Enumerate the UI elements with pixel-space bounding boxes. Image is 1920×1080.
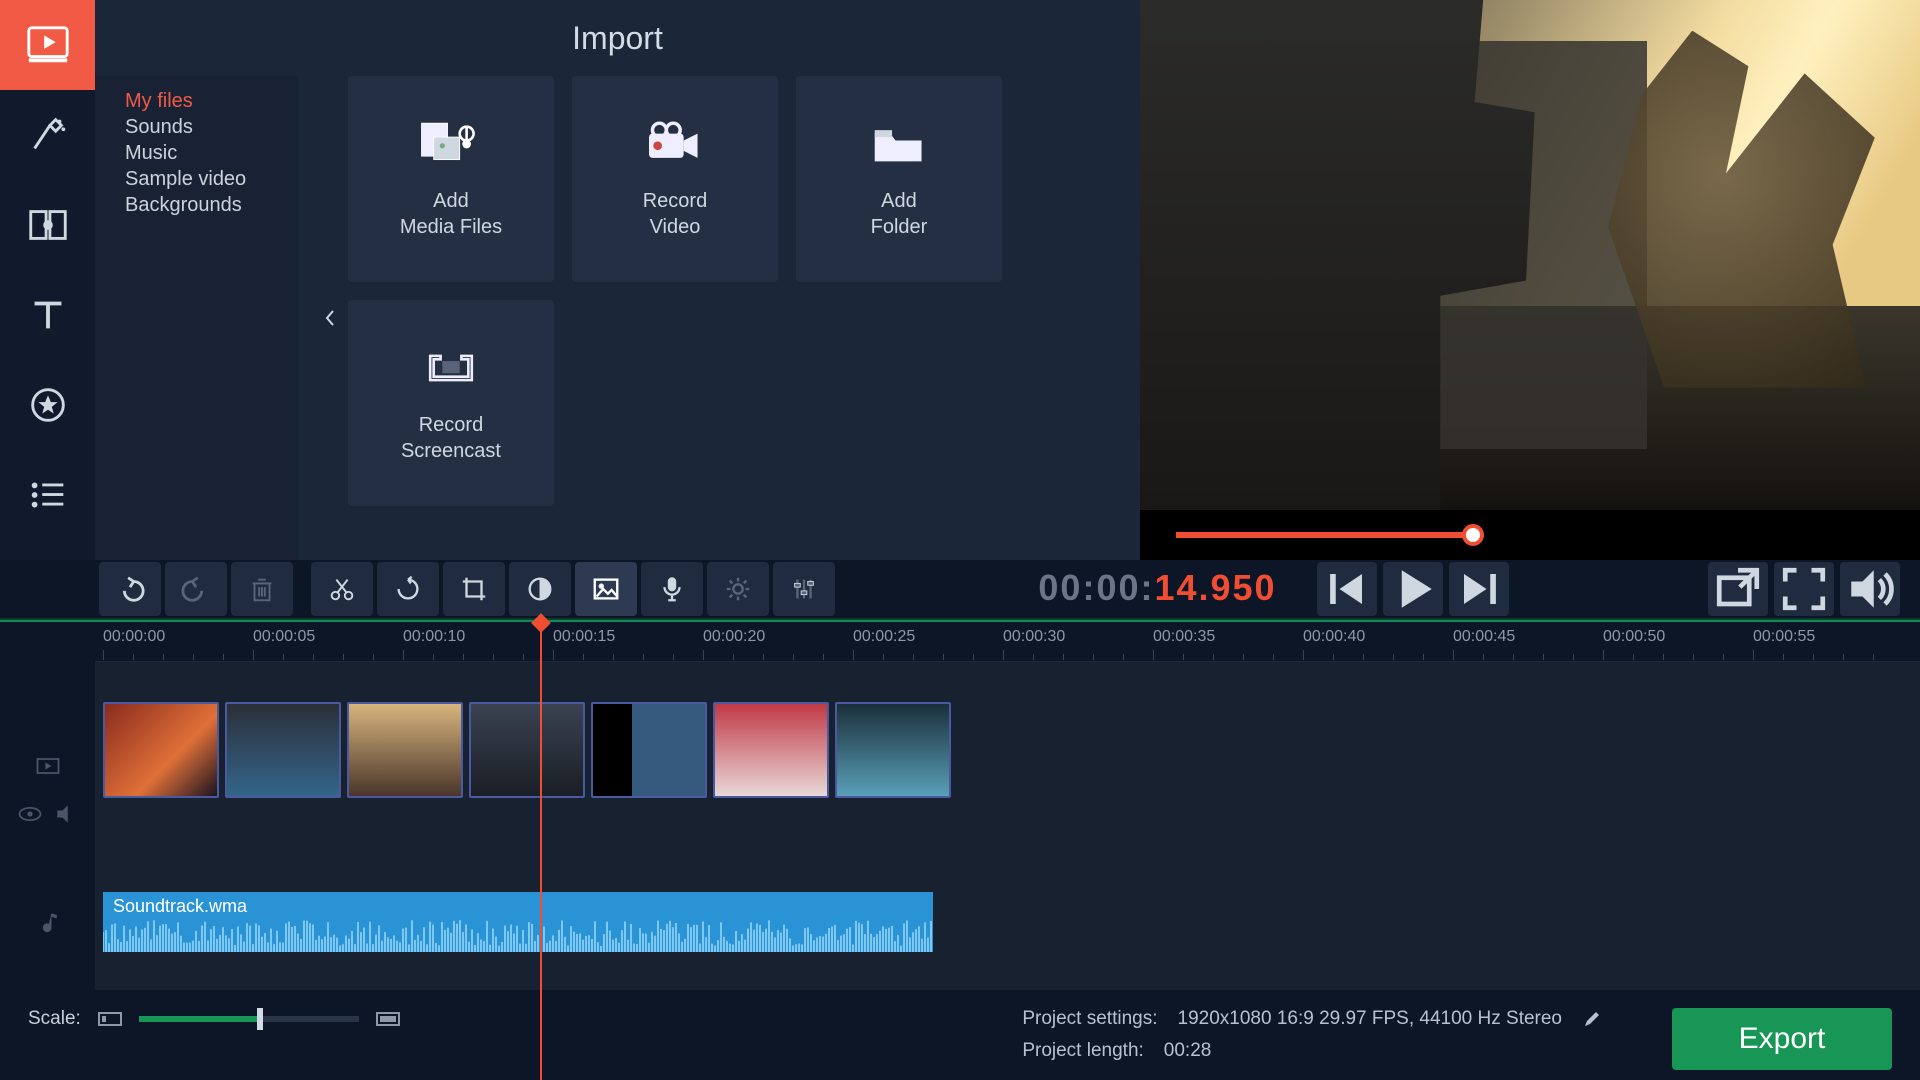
scale-label: Scale: <box>28 1008 81 1030</box>
video-track[interactable] <box>95 702 1920 802</box>
video-track-icon <box>34 752 62 780</box>
ruler-label: 00:00:15 <box>553 628 615 646</box>
ruler-label: 00:00:00 <box>103 628 165 646</box>
delete-button[interactable] <box>231 562 293 616</box>
video-clip[interactable] <box>591 702 707 798</box>
project-settings-value: 1920x1080 16:9 29.97 FPS, 44100 Hz Stere… <box>1178 1008 1563 1030</box>
color-adjust-button[interactable] <box>509 562 571 616</box>
preview-viewport[interactable] <box>1140 0 1920 510</box>
media-files-icon <box>416 118 486 170</box>
screencast-icon <box>416 342 486 394</box>
rail-titles-button[interactable] <box>0 270 95 360</box>
category-sample-video[interactable]: Sample video <box>125 166 298 192</box>
category-sounds[interactable]: Sounds <box>125 114 298 140</box>
ruler-label: 00:00:40 <box>1303 628 1365 646</box>
ruler-label: 00:00:20 <box>703 628 765 646</box>
play-button[interactable] <box>1383 562 1443 616</box>
ruler-label: 00:00:35 <box>1153 628 1215 646</box>
detach-preview-button[interactable] <box>1708 562 1768 616</box>
export-label: Export <box>1739 1022 1826 1056</box>
ruler-label: 00:00:05 <box>253 628 315 646</box>
rail-filters-button[interactable] <box>0 90 95 180</box>
track-headers <box>0 662 95 990</box>
equalizer-button[interactable] <box>773 562 835 616</box>
import-title: Import <box>95 0 1140 76</box>
voiceover-button[interactable] <box>641 562 703 616</box>
ruler-label: 00:00:25 <box>853 628 915 646</box>
scale-knob[interactable] <box>257 1008 263 1030</box>
toolbar: 00:00:14.950 <box>0 560 1920 620</box>
video-clip[interactable] <box>835 702 951 798</box>
timeline-tracks[interactable]: Soundtrack.wma <box>95 662 1920 990</box>
rail-import-button[interactable] <box>0 0 95 90</box>
fullscreen-button[interactable] <box>1774 562 1834 616</box>
clip-properties-button[interactable] <box>707 562 769 616</box>
tile-label: Record Video <box>643 188 707 240</box>
cut-button[interactable] <box>311 562 373 616</box>
tile-record-video[interactable]: Record Video <box>572 76 778 282</box>
volume-button[interactable] <box>1840 562 1900 616</box>
visibility-icon[interactable] <box>16 800 44 828</box>
ruler-label: 00:00:10 <box>403 628 465 646</box>
preview-panel <box>1140 0 1920 560</box>
tile-add-media-files[interactable]: Add Media Files <box>348 76 554 282</box>
audio-clip[interactable]: Soundtrack.wma <box>103 892 933 952</box>
next-button[interactable] <box>1449 562 1509 616</box>
edit-settings-icon[interactable] <box>1582 1009 1602 1029</box>
scrub-progress <box>1176 532 1473 538</box>
mute-icon[interactable] <box>52 800 80 828</box>
status-bar: Scale: Project settings: 1920x1080 16:9 … <box>0 990 1920 1080</box>
image-button[interactable] <box>575 562 637 616</box>
waveform-icon <box>103 917 933 952</box>
ruler-label: 00:00:45 <box>1453 628 1515 646</box>
undo-button[interactable] <box>99 562 161 616</box>
left-rail <box>0 0 95 560</box>
timeline-ruler[interactable]: 00:00:00 00:00:05 00:00:10 00:00:15 00:00:20… <box>95 622 1920 662</box>
category-panel: My files Sounds Music Sample video Backg… <box>95 76 298 560</box>
preview-scrubber[interactable] <box>1140 510 1920 560</box>
ruler-label: 00:00:50 <box>1603 628 1665 646</box>
tile-label: Add Folder <box>871 188 928 240</box>
tile-label: Record Screencast <box>401 412 501 464</box>
project-settings-label: Project settings: <box>1022 1008 1157 1030</box>
rail-more-button[interactable] <box>0 450 95 540</box>
collapse-panel-handle[interactable] <box>320 76 340 560</box>
rail-transitions-button[interactable] <box>0 180 95 270</box>
video-clip[interactable] <box>713 702 829 798</box>
category-backgrounds[interactable]: Backgrounds <box>125 192 298 218</box>
project-length-value: 00:28 <box>1164 1040 1212 1062</box>
rail-stickers-button[interactable] <box>0 360 95 450</box>
camcorder-icon <box>640 118 710 170</box>
timecode-display: 00:00:14.950 <box>1038 567 1276 611</box>
video-clip[interactable] <box>469 702 585 798</box>
project-length-label: Project length: <box>1022 1040 1143 1062</box>
category-my-files[interactable]: My files <box>125 88 298 114</box>
timecode-value: 14.950 <box>1154 567 1276 608</box>
ruler-label: 00:00:55 <box>1753 628 1815 646</box>
zoom-in-icon[interactable] <box>375 1009 401 1029</box>
tile-label: Add Media Files <box>400 188 502 240</box>
rotate-button[interactable] <box>377 562 439 616</box>
scale-slider[interactable] <box>139 1016 359 1022</box>
ruler-label: 00:00:30 <box>1003 628 1065 646</box>
import-panel: Import My files Sounds Music Sample vide… <box>95 0 1140 560</box>
folder-icon <box>864 118 934 170</box>
video-clip[interactable] <box>225 702 341 798</box>
tile-add-folder[interactable]: Add Folder <box>796 76 1002 282</box>
audio-track-icon <box>34 908 62 936</box>
timecode-prefix: 00:00: <box>1038 567 1154 608</box>
category-music[interactable]: Music <box>125 140 298 166</box>
tile-record-screencast[interactable]: Record Screencast <box>348 300 554 506</box>
video-clip[interactable] <box>347 702 463 798</box>
playhead[interactable] <box>540 622 542 1080</box>
zoom-out-icon[interactable] <box>97 1009 123 1029</box>
audio-clip-label: Soundtrack.wma <box>113 896 247 917</box>
crop-button[interactable] <box>443 562 505 616</box>
prev-button[interactable] <box>1317 562 1377 616</box>
redo-button[interactable] <box>165 562 227 616</box>
scrub-knob[interactable] <box>1462 524 1484 546</box>
export-button[interactable]: Export <box>1672 1008 1892 1070</box>
video-clip[interactable] <box>103 702 219 798</box>
